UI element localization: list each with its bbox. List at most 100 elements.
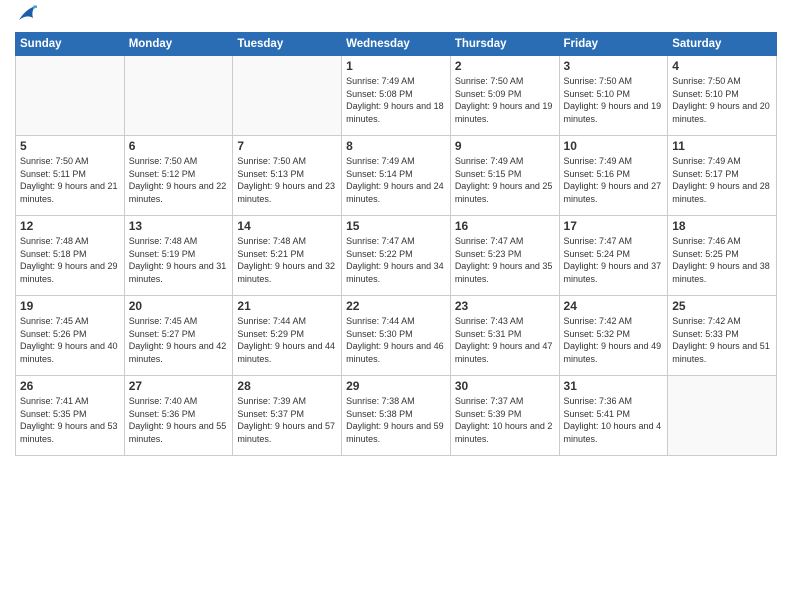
day-info: Sunrise: 7:43 AM Sunset: 5:31 PM Dayligh… — [455, 315, 555, 365]
day-number: 20 — [129, 299, 229, 313]
calendar-week-row: 1Sunrise: 7:49 AM Sunset: 5:08 PM Daylig… — [16, 56, 777, 136]
calendar-cell: 23 Sunrise: 7:43 AM Sunset: 5:31 PM Dayli… — [450, 296, 559, 376]
day-number: 26 — [20, 379, 120, 393]
day-number: 11 — [672, 139, 772, 153]
day-info: Sunrise: 7:49 AM Sunset: 5:14 PM Dayligh… — [346, 155, 446, 205]
day-info: Sunrise: 7:49 AM Sunset: 5:15 PM Dayligh… — [455, 155, 555, 205]
calendar-cell: 5 Sunrise: 7:50 AM Sunset: 5:11 PM Daylig… — [16, 136, 125, 216]
day-info: Sunrise: 7:38 AM Sunset: 5:38 PM Dayligh… — [346, 395, 446, 445]
day-info: Sunrise: 7:47 AM Sunset: 5:24 PM Dayligh… — [564, 235, 664, 285]
calendar-cell: 3 Sunrise: 7:50 AM Sunset: 5:10 PM Daylig… — [559, 56, 668, 136]
day-number: 27 — [129, 379, 229, 393]
day-info: Sunrise: 7:45 AM Sunset: 5:27 PM Dayligh… — [129, 315, 229, 365]
calendar-cell: 2 Sunrise: 7:50 AM Sunset: 5:09 PM Daylig… — [450, 56, 559, 136]
calendar-cell: 1Sunrise: 7:49 AM Sunset: 5:08 PM Daylig… — [342, 56, 451, 136]
day-info: Sunrise: 7:50 AM Sunset: 5:09 PM Dayligh… — [455, 75, 555, 125]
logo-bird-icon — [17, 2, 37, 24]
day-number: 23 — [455, 299, 555, 313]
day-info: Sunrise: 7:48 AM Sunset: 5:18 PM Dayligh… — [20, 235, 120, 285]
calendar-cell: 31 Sunrise: 7:36 AM Sunset: 5:41 PM Dayli… — [559, 376, 668, 456]
calendar-cell: 30Sunrise: 7:37 AM Sunset: 5:39 PM Dayli… — [450, 376, 559, 456]
day-info: Sunrise: 7:42 AM Sunset: 5:32 PM Dayligh… — [564, 315, 664, 365]
calendar-cell: 19 Sunrise: 7:45 AM Sunset: 5:26 PM Dayli… — [16, 296, 125, 376]
day-number: 6 — [129, 139, 229, 153]
calendar-day-header: Monday — [124, 33, 233, 56]
calendar-day-header: Thursday — [450, 33, 559, 56]
day-info: Sunrise: 7:46 AM Sunset: 5:25 PM Dayligh… — [672, 235, 772, 285]
day-number: 17 — [564, 219, 664, 233]
day-info: Sunrise: 7:47 AM Sunset: 5:22 PM Dayligh… — [346, 235, 446, 285]
calendar-day-header: Sunday — [16, 33, 125, 56]
day-info: Sunrise: 7:42 AM Sunset: 5:33 PM Dayligh… — [672, 315, 772, 365]
calendar-cell: 27 Sunrise: 7:40 AM Sunset: 5:36 PM Dayli… — [124, 376, 233, 456]
day-number: 5 — [20, 139, 120, 153]
day-info: Sunrise: 7:44 AM Sunset: 5:30 PM Dayligh… — [346, 315, 446, 365]
calendar-day-header: Tuesday — [233, 33, 342, 56]
day-info: Sunrise: 7:50 AM Sunset: 5:12 PM Dayligh… — [129, 155, 229, 205]
calendar-cell: 15 Sunrise: 7:47 AM Sunset: 5:22 PM Dayli… — [342, 216, 451, 296]
calendar-cell — [233, 56, 342, 136]
day-info: Sunrise: 7:41 AM Sunset: 5:35 PM Dayligh… — [20, 395, 120, 445]
day-number: 4 — [672, 59, 772, 73]
day-number: 31 — [564, 379, 664, 393]
calendar-cell: 11 Sunrise: 7:49 AM Sunset: 5:17 PM Dayli… — [668, 136, 777, 216]
day-info: Sunrise: 7:47 AM Sunset: 5:23 PM Dayligh… — [455, 235, 555, 285]
calendar-cell: 22Sunrise: 7:44 AM Sunset: 5:30 PM Dayli… — [342, 296, 451, 376]
calendar-cell: 29 Sunrise: 7:38 AM Sunset: 5:38 PM Dayli… — [342, 376, 451, 456]
calendar-cell: 4 Sunrise: 7:50 AM Sunset: 5:10 PM Daylig… — [668, 56, 777, 136]
day-info: Sunrise: 7:50 AM Sunset: 5:10 PM Dayligh… — [564, 75, 664, 125]
day-number: 13 — [129, 219, 229, 233]
calendar-cell: 20 Sunrise: 7:45 AM Sunset: 5:27 PM Dayli… — [124, 296, 233, 376]
day-number: 21 — [237, 299, 337, 313]
calendar-week-row: 19 Sunrise: 7:45 AM Sunset: 5:26 PM Dayli… — [16, 296, 777, 376]
day-number: 18 — [672, 219, 772, 233]
day-number: 1 — [346, 59, 446, 73]
calendar-cell: 7 Sunrise: 7:50 AM Sunset: 5:13 PM Daylig… — [233, 136, 342, 216]
day-info: Sunrise: 7:36 AM Sunset: 5:41 PM Dayligh… — [564, 395, 664, 445]
calendar-cell: 16 Sunrise: 7:47 AM Sunset: 5:23 PM Dayli… — [450, 216, 559, 296]
day-info: Sunrise: 7:40 AM Sunset: 5:36 PM Dayligh… — [129, 395, 229, 445]
calendar-cell: 10Sunrise: 7:49 AM Sunset: 5:16 PM Dayli… — [559, 136, 668, 216]
calendar-week-row: 12 Sunrise: 7:48 AM Sunset: 5:18 PM Dayli… — [16, 216, 777, 296]
day-number: 25 — [672, 299, 772, 313]
calendar-week-row: 26 Sunrise: 7:41 AM Sunset: 5:35 PM Dayli… — [16, 376, 777, 456]
calendar-cell: 9 Sunrise: 7:49 AM Sunset: 5:15 PM Daylig… — [450, 136, 559, 216]
day-info: Sunrise: 7:39 AM Sunset: 5:37 PM Dayligh… — [237, 395, 337, 445]
calendar-cell: 25 Sunrise: 7:42 AM Sunset: 5:33 PM Dayli… — [668, 296, 777, 376]
calendar-cell: 26 Sunrise: 7:41 AM Sunset: 5:35 PM Dayli… — [16, 376, 125, 456]
header — [15, 10, 777, 24]
day-info: Sunrise: 7:50 AM Sunset: 5:11 PM Dayligh… — [20, 155, 120, 205]
day-number: 29 — [346, 379, 446, 393]
day-number: 15 — [346, 219, 446, 233]
calendar-table: SundayMondayTuesdayWednesdayThursdayFrid… — [15, 32, 777, 456]
calendar-cell — [124, 56, 233, 136]
day-number: 3 — [564, 59, 664, 73]
calendar-cell — [16, 56, 125, 136]
calendar-cell — [668, 376, 777, 456]
day-number: 16 — [455, 219, 555, 233]
day-info: Sunrise: 7:50 AM Sunset: 5:13 PM Dayligh… — [237, 155, 337, 205]
day-number: 19 — [20, 299, 120, 313]
day-number: 2 — [455, 59, 555, 73]
day-number: 28 — [237, 379, 337, 393]
calendar-cell: 6 Sunrise: 7:50 AM Sunset: 5:12 PM Daylig… — [124, 136, 233, 216]
calendar-cell: 12 Sunrise: 7:48 AM Sunset: 5:18 PM Dayli… — [16, 216, 125, 296]
day-info: Sunrise: 7:37 AM Sunset: 5:39 PM Dayligh… — [455, 395, 555, 445]
day-info: Sunrise: 7:48 AM Sunset: 5:21 PM Dayligh… — [237, 235, 337, 285]
day-number: 14 — [237, 219, 337, 233]
day-number: 7 — [237, 139, 337, 153]
day-info: Sunrise: 7:49 AM Sunset: 5:17 PM Dayligh… — [672, 155, 772, 205]
logo — [15, 10, 37, 24]
calendar-cell: 8Sunrise: 7:49 AM Sunset: 5:14 PM Daylig… — [342, 136, 451, 216]
day-info: Sunrise: 7:45 AM Sunset: 5:26 PM Dayligh… — [20, 315, 120, 365]
day-info: Sunrise: 7:50 AM Sunset: 5:10 PM Dayligh… — [672, 75, 772, 125]
day-number: 9 — [455, 139, 555, 153]
page-container: SundayMondayTuesdayWednesdayThursdayFrid… — [0, 0, 792, 466]
day-number: 12 — [20, 219, 120, 233]
calendar-day-header: Saturday — [668, 33, 777, 56]
day-info: Sunrise: 7:48 AM Sunset: 5:19 PM Dayligh… — [129, 235, 229, 285]
calendar-cell: 17 Sunrise: 7:47 AM Sunset: 5:24 PM Dayli… — [559, 216, 668, 296]
day-number: 24 — [564, 299, 664, 313]
calendar-cell: 24 Sunrise: 7:42 AM Sunset: 5:32 PM Dayli… — [559, 296, 668, 376]
day-info: Sunrise: 7:44 AM Sunset: 5:29 PM Dayligh… — [237, 315, 337, 365]
